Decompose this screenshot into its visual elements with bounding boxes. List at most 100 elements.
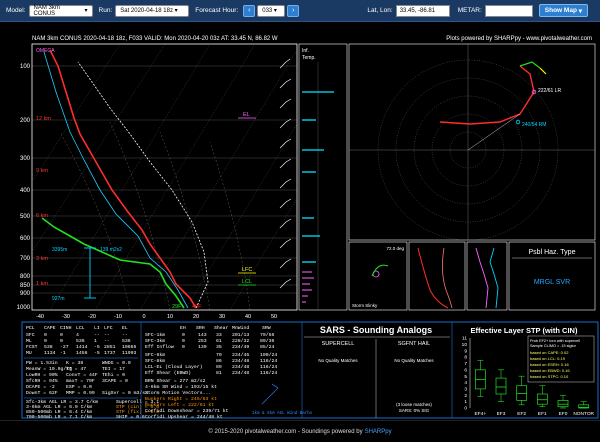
svg-text:0: 0 (182, 344, 185, 350)
misc-param: TT = 47 (66, 366, 86, 372)
temp-tick: -20 (88, 314, 96, 320)
svg-text:Eff Shear (EBWD): Eff Shear (EBWD) (145, 370, 191, 376)
temp-tick: 30 (219, 314, 225, 320)
latlon-input[interactable]: 33.45, -86.81 (395, 4, 450, 17)
hail-result: No Quality Matches (394, 358, 434, 363)
supercell-label: SUPERCELL (322, 341, 355, 347)
svg-text:0: 0 (44, 338, 47, 344)
svg-text:0: 0 (60, 332, 63, 338)
temp-tick: -40 (36, 314, 44, 320)
svg-text:SFC-1km: SFC-1km (145, 332, 165, 338)
kin-header: SRW (262, 325, 271, 331)
stp-category-label: EF4+ (475, 411, 487, 417)
pressure-label: 400 (20, 188, 31, 194)
pressure-label: 700 (20, 256, 31, 262)
temp-tick: 20 (193, 314, 199, 320)
svg-text:0: 0 (182, 338, 185, 344)
svg-text:0: 0 (44, 332, 47, 338)
metar-input[interactable] (484, 4, 533, 17)
misc-param: DCAPE = -2 (26, 384, 55, 390)
stp-y-tick: 8 (464, 355, 467, 361)
svg-text:LCL-EL (Cloud Layer): LCL-EL (Cloud Layer) (145, 364, 203, 370)
pressure-label: 100 (20, 64, 31, 70)
misc-param: ConvT = 44F (66, 372, 98, 378)
svg-text:--: -- (104, 333, 110, 338)
table-header: LCL (76, 325, 85, 331)
model-label: Model: (6, 7, 26, 14)
svg-text:89/36: 89/36 (260, 338, 275, 344)
svg-text:1737: 1737 (104, 350, 116, 356)
svg-text:--: -- (122, 333, 128, 338)
svg-text:253: 253 (198, 338, 207, 344)
height-label: 1 km (36, 281, 48, 287)
kin-header: SRH (196, 325, 205, 331)
sars-sig: SARS: 0% SIG (399, 408, 430, 413)
top-toolbar: Model: NAM 3km CONUS ▾ Run: Sat 2020-04-… (0, 0, 600, 22)
svg-text:1414: 1414 (76, 344, 88, 350)
model-select[interactable]: NAM 3km CONUS ▾ (28, 4, 93, 17)
skewt-diagram: 100 200 300 400 500 600 700 800 850 900 … (17, 43, 298, 320)
svg-text:234/48: 234/48 (232, 358, 249, 364)
misc-param: SigSvr = 0 m3/s3 (102, 390, 148, 396)
stp-y-tick: 3 (464, 387, 467, 393)
bunkers-left: Bunkers Left = 222/61 kt (145, 402, 214, 408)
sounding-panel: NAM 3km CONUS 2020-04-18 18z, F033 VALID… (0, 22, 600, 420)
svg-text:143: 143 (198, 332, 207, 338)
sfc-dewpoint-label: 29F (172, 304, 182, 310)
loose-matches: (3 loose matches) (396, 402, 432, 407)
stp-y-tick: 5 (464, 374, 467, 380)
lfc-label: LFC (242, 267, 252, 273)
svg-text:1456: 1456 (76, 350, 88, 356)
stp-box (536, 393, 548, 405)
vectors-title: Storm Motion Vectors... (145, 390, 211, 396)
pressure-label: 800 (20, 274, 31, 280)
forecast-hour-select[interactable]: 033 ▾ (257, 4, 286, 17)
kin-header: MnWind (232, 325, 249, 331)
svg-text:0: 0 (60, 338, 63, 344)
svg-text:2851: 2851 (104, 344, 116, 350)
run-select[interactable]: Sat 2020-04-18 18z ▾ (115, 4, 190, 17)
svg-text:538: 538 (44, 344, 53, 350)
deg-label: 72.0 deg (386, 246, 404, 251)
svg-text:89: 89 (216, 364, 222, 370)
latlon-label: Lat, Lon: (367, 7, 393, 14)
stp-y-tick: 7 (464, 361, 467, 367)
legend-entry: based on CAPE: 0.02 (530, 350, 569, 355)
prev-hour-button[interactable]: ‹ (243, 4, 256, 17)
temp-tick: 40 (245, 314, 251, 320)
pressure-label: 300 (20, 156, 31, 162)
temp-tick: 0 (142, 314, 145, 320)
stp-category-label: EF2 (517, 411, 526, 417)
svg-text:116/24: 116/24 (260, 358, 277, 364)
hazard-panel: Psbl Haz. Type MRGL SVR (508, 241, 596, 311)
show-map-button[interactable]: Show Map ▾ (538, 4, 588, 17)
misc-param: TEhi = 0 (102, 372, 125, 378)
stp-y-tick: 6 (464, 367, 467, 373)
lcl-label: LCL (242, 279, 252, 285)
svg-text:35: 35 (216, 344, 222, 350)
svg-text:FCST: FCST (26, 344, 38, 350)
svg-text:100/24: 100/24 (260, 352, 277, 358)
stp-category-label: EF1 (538, 411, 547, 417)
svg-text:Eff Inflow: Eff Inflow (145, 344, 174, 350)
legend-subtitle: Sample CLIMO = .15 sigtor (530, 344, 577, 348)
credit-text: Plots powered by SHARPpy - www.pivotalwe… (446, 36, 592, 42)
footer-text: © 2015-2020 pivotalweather.com - Soundin… (208, 428, 363, 435)
svg-text:86: 86 (216, 358, 222, 364)
svg-text:-1: -1 (60, 350, 66, 356)
sfc-temp-label: 49F (192, 304, 202, 310)
svg-text:0: 0 (182, 332, 185, 338)
height-label: 3 km (36, 256, 48, 262)
stp-y-tick: 11 (462, 336, 467, 342)
hodograph: 222/61 LR 240/54 RM (348, 43, 596, 241)
sfc-height-label: 927m (52, 296, 65, 302)
table-header: CAPE (44, 325, 56, 331)
eff-srh-label: 139 m2s2 (100, 247, 122, 253)
svg-text:116/24: 116/24 (260, 370, 277, 376)
misc-param: ESP = 0.0 (66, 384, 92, 390)
svg-text:11993: 11993 (122, 350, 137, 356)
storm-slinky-label: Storm Slinky (352, 303, 378, 308)
footer-brand-link[interactable]: SHARPpy (365, 429, 392, 435)
stp-category-label: EF3 (497, 411, 506, 417)
next-hour-button[interactable]: › (287, 4, 300, 17)
